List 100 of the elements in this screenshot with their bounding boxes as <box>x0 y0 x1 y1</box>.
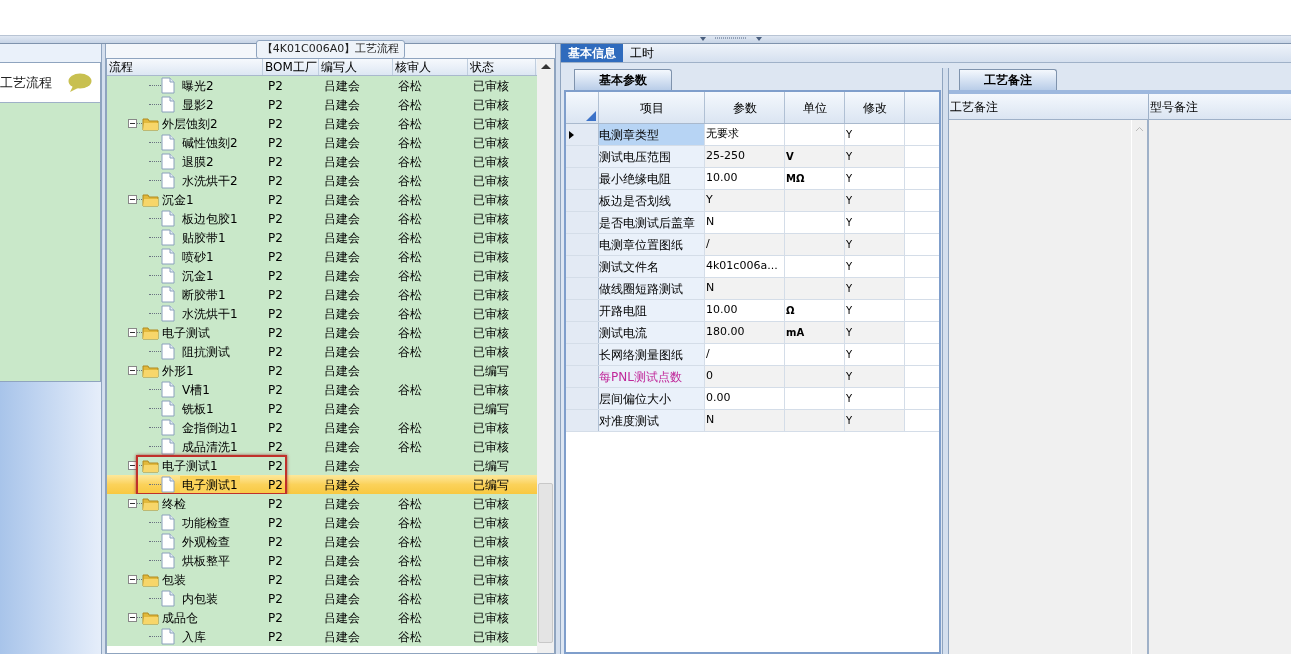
tree-node-label[interactable]: 沉金1 <box>162 190 194 209</box>
tree-node-label[interactable]: 水洗烘干2 <box>180 171 240 190</box>
column-header[interactable]: 状态 <box>468 59 536 75</box>
table-cell[interactable]: 0 <box>705 366 785 387</box>
tree-row[interactable]: 喷砂1 P2 吕建会 谷松 已审核 <box>107 247 537 266</box>
tree-node-label[interactable]: 金指倒边1 <box>180 418 240 437</box>
scroll-thumb[interactable] <box>538 483 553 643</box>
tree-node-label[interactable]: 水洗烘干1 <box>180 304 240 323</box>
tree-row[interactable]: 外形1 P2 吕建会 已编写 <box>107 361 537 380</box>
tree-row[interactable]: 贴胶带1 P2 吕建会 谷松 已审核 <box>107 228 537 247</box>
tree-row[interactable]: 板边包胶1 P2 吕建会 谷松 已审核 <box>107 209 537 228</box>
table-cell[interactable]: 25-250 <box>705 146 785 167</box>
tree-row[interactable]: 碱性蚀刻2 P2 吕建会 谷松 已审核 <box>107 133 537 152</box>
tree-row[interactable]: 成品清洗1 P2 吕建会 谷松 已审核 <box>107 437 537 456</box>
tree-row[interactable]: 入库 P2 吕建会 谷松 已审核 <box>107 627 537 646</box>
splitter-grip-icon[interactable] <box>698 36 763 42</box>
column-header[interactable]: 项目 <box>599 92 705 123</box>
collapse-icon[interactable] <box>128 499 137 508</box>
table-cell[interactable]: 无要求 <box>705 124 785 145</box>
tree-row[interactable]: 电子测试1 P2 吕建会 已编写 <box>107 456 537 475</box>
table-cell[interactable]: / <box>705 234 785 255</box>
tree-node-label[interactable]: 入库 <box>180 627 208 646</box>
tree-row[interactable]: 曝光2 P2 吕建会 谷松 已审核 <box>107 76 537 95</box>
table-cell[interactable] <box>785 234 845 255</box>
tree-row[interactable]: 铣板1 P2 吕建会 已编写 <box>107 399 537 418</box>
speech-bubble-icon[interactable] <box>67 72 92 93</box>
table-cell[interactable] <box>785 410 845 431</box>
tree-node-label[interactable]: 喷砂1 <box>180 247 216 266</box>
table-cell[interactable]: / <box>705 344 785 365</box>
table-cell[interactable] <box>785 366 845 387</box>
table-cell[interactable]: 层间偏位大小 <box>599 388 705 409</box>
splitter-bar[interactable] <box>942 68 949 654</box>
table-cell[interactable] <box>785 190 845 211</box>
tree-node-label[interactable]: 显影2 <box>180 95 216 114</box>
tree-node-label[interactable]: 电子测试1 <box>162 456 218 475</box>
splitter-bar[interactable] <box>101 44 106 654</box>
tree-row[interactable]: V槽1 P2 吕建会 谷松 已审核 <box>107 380 537 399</box>
tree-node-label[interactable]: 成品清洗1 <box>180 437 240 456</box>
column-header[interactable]: 编写人 <box>319 59 393 75</box>
table-cell[interactable]: Y <box>845 212 905 233</box>
table-cell[interactable]: Y <box>705 190 785 211</box>
table-cell[interactable]: Y <box>845 146 905 167</box>
panel-tab[interactable]: 工艺备注 <box>959 69 1057 90</box>
collapse-icon[interactable] <box>128 366 137 375</box>
tree-row[interactable]: 终检 P2 吕建会 谷松 已审核 <box>107 494 537 513</box>
tree-node-label[interactable]: 外观检查 <box>180 532 232 551</box>
table-cell[interactable]: Y <box>845 300 905 321</box>
table-cell[interactable]: 最小绝缘电阻 <box>599 168 705 189</box>
column-header[interactable]: 核审人 <box>393 59 468 75</box>
collapse-icon[interactable] <box>128 328 137 337</box>
table-cell[interactable]: N <box>705 212 785 233</box>
tab[interactable]: 基本信息 <box>561 44 623 62</box>
table-cell[interactable]: Y <box>845 322 905 343</box>
tree-row[interactable]: 功能检查 P2 吕建会 谷松 已审核 <box>107 513 537 532</box>
tree-node-label[interactable]: 退膜2 <box>180 152 216 171</box>
tree-row[interactable]: 水洗烘干1 P2 吕建会 谷松 已审核 <box>107 304 537 323</box>
tree-node-label[interactable]: 贴胶带1 <box>180 228 228 247</box>
tree-node-label[interactable]: 烘板整平 <box>180 551 232 570</box>
tree-node-label[interactable]: 曝光2 <box>180 76 216 95</box>
table-cell[interactable]: 板边是否划线 <box>599 190 705 211</box>
collapse-icon[interactable] <box>128 195 137 204</box>
row-header[interactable] <box>566 124 599 145</box>
tree-row[interactable]: 退膜2 P2 吕建会 谷松 已审核 <box>107 152 537 171</box>
table-cell[interactable]: Y <box>845 388 905 409</box>
table-cell[interactable]: 10.00 <box>705 168 785 189</box>
scroll-up-icon[interactable] <box>540 63 551 70</box>
table-cell[interactable]: V <box>785 146 845 167</box>
tree-row[interactable]: 显影2 P2 吕建会 谷松 已审核 <box>107 95 537 114</box>
tree-row[interactable]: 沉金1 P2 吕建会 谷松 已审核 <box>107 266 537 285</box>
table-cell[interactable]: mA <box>785 322 845 343</box>
table-cell[interactable]: Y <box>845 410 905 431</box>
table-cell[interactable] <box>785 278 845 299</box>
tree-row[interactable]: 沉金1 P2 吕建会 谷松 已审核 <box>107 190 537 209</box>
table-cell[interactable]: 180.00 <box>705 322 785 343</box>
panel-tab[interactable]: 基本参数 <box>574 69 672 90</box>
collapse-icon[interactable] <box>128 613 137 622</box>
table-cell[interactable]: Y <box>845 168 905 189</box>
table-cell[interactable]: Y <box>845 190 905 211</box>
table-cell[interactable]: Y <box>845 256 905 277</box>
table-cell[interactable]: N <box>705 410 785 431</box>
tree-node-label[interactable]: 碱性蚀刻2 <box>180 133 240 152</box>
table-cell[interactable]: 长网络测量图纸 <box>599 344 705 365</box>
table-cell[interactable]: 电测章位置图纸 <box>599 234 705 255</box>
column-header[interactable]: 单位 <box>785 92 845 123</box>
tree-row[interactable]: 成品仓 P2 吕建会 谷松 已审核 <box>107 608 537 627</box>
table-cell[interactable]: 做线圈短路测试 <box>599 278 705 299</box>
tree-node-label[interactable]: V槽1 <box>180 380 212 399</box>
tree-node-label[interactable]: 铣板1 <box>180 399 216 418</box>
tree-node-label[interactable]: 沉金1 <box>180 266 216 285</box>
tree-row[interactable]: 内包装 P2 吕建会 谷松 已审核 <box>107 589 537 608</box>
table-cell[interactable]: 4k01c006a... <box>705 256 785 277</box>
tab[interactable]: 工时 <box>623 44 661 62</box>
tree-row[interactable]: 包装 P2 吕建会 谷松 已审核 <box>107 570 537 589</box>
tree-node-label[interactable]: 内包装 <box>180 589 220 608</box>
collapse-icon[interactable] <box>128 461 137 470</box>
tree-node-label[interactable]: 断胶带1 <box>180 285 228 304</box>
table-cell[interactable]: Y <box>845 366 905 387</box>
tree-node-label[interactable]: 功能检查 <box>180 513 232 532</box>
tree-row[interactable]: 金指倒边1 P2 吕建会 谷松 已审核 <box>107 418 537 437</box>
table-cell[interactable]: 对准度测试 <box>599 410 705 431</box>
